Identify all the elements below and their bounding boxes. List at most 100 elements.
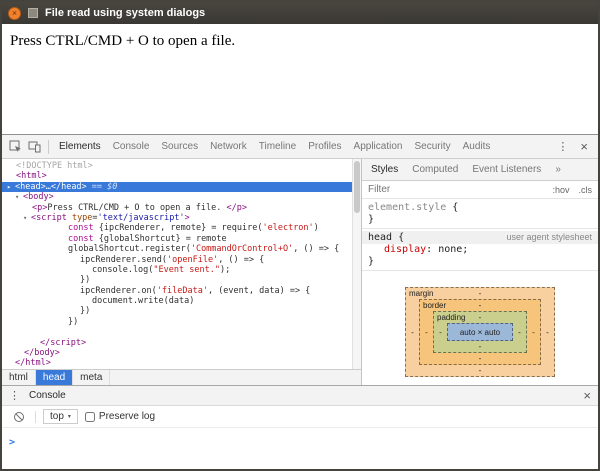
expand-arrow-icon[interactable]: ▸ <box>7 182 15 192</box>
selected-node-reference: == $0 <box>87 182 118 192</box>
code-token: , (event, data) => { <box>208 286 310 296</box>
console-toolbar: top ▾ Preserve log <box>2 406 598 428</box>
dom-tree-row[interactable]: ▾<body> <box>2 192 361 202</box>
code-token: const <box>68 223 99 233</box>
toolbar-divider <box>48 140 49 154</box>
dom-tree-row[interactable]: document.write(data) <box>2 296 361 306</box>
drawer-menu-icon[interactable]: ⋮ <box>9 389 20 402</box>
dom-tree-row[interactable]: <html> <box>2 171 361 181</box>
expand-arrow-icon[interactable]: ▾ <box>23 213 31 223</box>
drawer-close-icon[interactable]: × <box>583 388 591 403</box>
dom-tree-row[interactable]: globalShortcut.register('CommandOrContro… <box>2 244 361 254</box>
devtools-tab-timeline[interactable]: Timeline <box>253 135 302 158</box>
code-token: Press CTRL/CMD + O to open a file. <box>47 203 226 213</box>
margin-top-value: - <box>479 289 482 298</box>
dom-tree-row[interactable]: </body> <box>2 348 361 358</box>
css-rule[interactable]: element.style {} <box>362 199 598 229</box>
padding-bottom-value: - <box>479 342 482 351</box>
styles-filter-input[interactable] <box>368 184 552 195</box>
breadcrumb-item-head[interactable]: head <box>36 370 73 385</box>
css-property[interactable]: display: none; <box>362 244 598 256</box>
breadcrumb-item-meta[interactable]: meta <box>73 370 110 385</box>
rule-selector: element.style <box>368 201 446 214</box>
device-toolbar-icon[interactable] <box>25 138 44 156</box>
app-window: × File read using system dialogs Press C… <box>0 0 600 471</box>
clear-console-icon[interactable] <box>9 408 28 426</box>
devtools-tab-console[interactable]: Console <box>107 135 156 158</box>
dom-tree-row[interactable]: ipcRenderer.send('openFile', () => { <box>2 255 361 265</box>
dom-tree-row[interactable]: const {globalShortcut} = remote <box>2 234 361 244</box>
preserve-log-checkbox[interactable] <box>85 412 95 422</box>
devtools-tab-application[interactable]: Application <box>348 135 409 158</box>
styles-tab-computed[interactable]: Computed <box>405 164 465 175</box>
class-toggle[interactable]: .cls <box>579 185 593 195</box>
devtools-menu-icon[interactable]: ⋮ <box>557 140 568 153</box>
dom-tree-row[interactable]: }) <box>2 306 361 316</box>
styles-tab-event-listeners[interactable]: Event Listeners <box>465 164 548 175</box>
padding-label: padding <box>437 313 465 322</box>
box-model-content[interactable]: auto × auto <box>447 323 513 341</box>
styles-tabs: StylesComputedEvent Listeners» <box>362 159 598 181</box>
dom-tree-row[interactable]: }) <box>2 317 361 327</box>
inspect-element-icon[interactable] <box>6 138 25 156</box>
devtools-tab-audits[interactable]: Audits <box>457 135 497 158</box>
scrollbar-thumb[interactable] <box>354 161 360 213</box>
devtools-tab-network[interactable]: Network <box>204 135 253 158</box>
code-token: document.write(data) <box>92 296 194 306</box>
dom-tree-row[interactable]: </html> <box>2 358 361 368</box>
box-model-border[interactable]: border - - padding - <box>419 299 541 365</box>
devtools-tab-security[interactable]: Security <box>408 135 456 158</box>
dom-tree-row[interactable]: <!DOCTYPE html> <box>2 161 361 171</box>
code-token: <!DOCTYPE html> <box>16 161 93 171</box>
code-token: , () => { <box>218 255 264 265</box>
devtools-tab-profiles[interactable]: Profiles <box>302 135 347 158</box>
devtools-tabs: ElementsConsoleSourcesNetworkTimelinePro… <box>53 135 496 158</box>
dom-breadcrumb: htmlheadmeta <box>2 369 361 385</box>
breadcrumb-item-html[interactable]: html <box>2 370 36 385</box>
devtools-toolbar: ElementsConsoleSourcesNetworkTimelinePro… <box>2 135 598 159</box>
styles-tab--[interactable]: » <box>548 164 568 175</box>
page-text: Press CTRL/CMD + O to open a file. <box>10 33 590 50</box>
expand-arrow-icon[interactable]: ▾ <box>15 192 23 202</box>
elements-scrollbar[interactable] <box>352 159 361 369</box>
box-model-margin[interactable]: margin - - border - - <box>405 287 555 377</box>
frame-context-select[interactable]: top ▾ <box>43 409 78 424</box>
dom-tree-row[interactable]: </script> <box>2 338 361 348</box>
devtools-close-icon[interactable]: × <box>580 139 588 154</box>
stylesheet-origin-note: user agent stylesheet <box>506 231 592 244</box>
border-left-value: - <box>420 328 433 337</box>
dom-tree-row[interactable]: ipcRenderer.on('fileData', (event, data)… <box>2 286 361 296</box>
dom-tree-row[interactable]: console.log("Event sent."); <box>2 265 361 275</box>
window-title: File read using system dialogs <box>45 7 205 19</box>
dom-tree-row[interactable]: <p>Press CTRL/CMD + O to open a file. </… <box>2 203 361 213</box>
console-drawer-tab[interactable]: Console <box>29 390 66 401</box>
border-bottom-value: - <box>479 354 482 363</box>
devtools-tab-sources[interactable]: Sources <box>155 135 204 158</box>
code-token: "Event sent." <box>153 265 220 275</box>
border-label: border <box>423 301 446 310</box>
margin-right-value: - <box>541 328 554 337</box>
padding-left-value: - <box>434 328 447 337</box>
dom-tree-row[interactable]: }) <box>2 275 361 285</box>
css-rule[interactable]: head {user agent stylesheetdisplay: none… <box>362 229 598 271</box>
dom-tree-row[interactable] <box>2 327 361 337</box>
window-close-button[interactable]: × <box>8 7 21 20</box>
property-name: display <box>384 244 426 255</box>
code-token: <html> <box>16 171 47 181</box>
devtools-panel: ElementsConsoleSourcesNetworkTimelinePro… <box>2 134 598 469</box>
code-token: </script> <box>40 338 86 348</box>
styles-tab-styles[interactable]: Styles <box>364 164 405 175</box>
code-token: <p> <box>32 203 47 213</box>
dom-tree-row[interactable]: const {ipcRenderer, remote} = require('e… <box>2 223 361 233</box>
code-token: 'electron' <box>262 223 313 233</box>
hover-state-toggle[interactable]: :hov <box>552 185 569 195</box>
style-rules: element.style {}head {user agent stylesh… <box>362 199 598 271</box>
dom-tree-row-selected[interactable]: ▸<head>…</head> == $0 <box>2 182 361 192</box>
devtools-tab-elements[interactable]: Elements <box>53 135 107 158</box>
padding-top-value: - <box>479 313 482 322</box>
console-output[interactable]: > <box>2 428 598 469</box>
styles-filter-row: :hov .cls <box>362 181 598 199</box>
box-model-padding[interactable]: padding - - auto × auto - - <box>433 311 527 353</box>
dom-tree-row[interactable]: ▾<script type='text/javascript'> <box>2 213 361 223</box>
code-token: 'openFile' <box>167 255 218 265</box>
